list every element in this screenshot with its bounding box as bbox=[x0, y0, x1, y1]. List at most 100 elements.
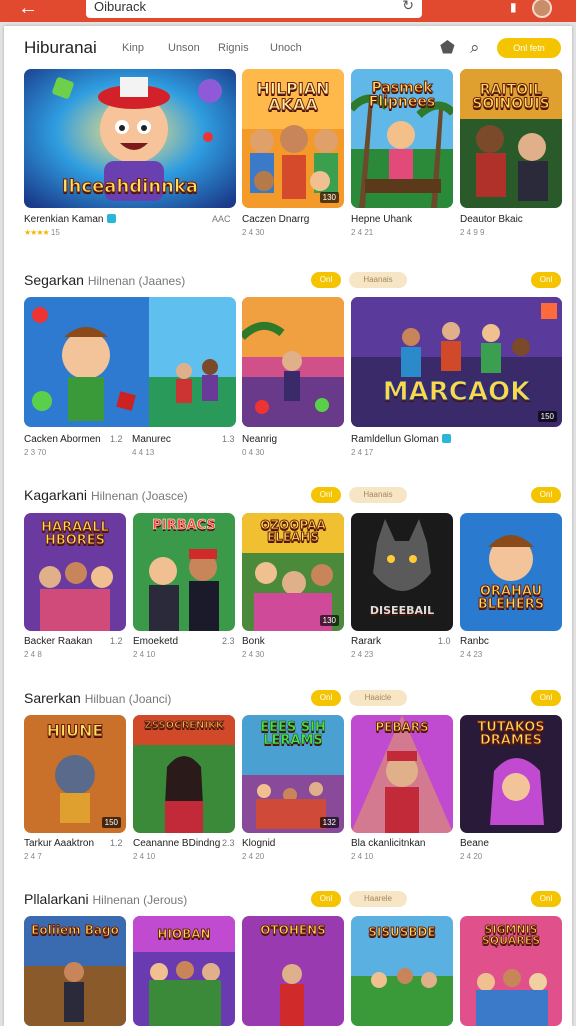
rating-number: 1.2 bbox=[110, 434, 123, 444]
refresh-icon[interactable]: ↻ bbox=[402, 0, 414, 14]
game-tile[interactable]: HIUNE 150 bbox=[24, 715, 126, 833]
game-tile[interactable]: ZSSOCRENIKK bbox=[133, 715, 235, 833]
avatar[interactable] bbox=[532, 0, 552, 18]
rating: 2 4 20 bbox=[460, 852, 483, 861]
game-tile[interactable]: PIRBACS bbox=[133, 513, 235, 631]
back-arrow-icon[interactable]: ← bbox=[18, 0, 38, 18]
section-pill-button[interactable]: Onl bbox=[531, 690, 561, 706]
tile-title-text: RAITOIL SOINOUIS bbox=[472, 82, 550, 112]
tile-badge: 130 bbox=[319, 615, 339, 626]
game-name: Beane bbox=[460, 838, 489, 849]
section-pill-button[interactable]: Haarele bbox=[349, 891, 407, 907]
section-pill-button[interactable]: Onl bbox=[311, 891, 341, 907]
section-title: Sarerkan Hilbuan (Joanci) bbox=[24, 690, 172, 706]
game-tile[interactable]: RAITOIL SOINOUIS bbox=[460, 69, 562, 208]
tile-title-text: EEES SIH LERAMS bbox=[260, 720, 326, 748]
section-pill-button[interactable]: Onl bbox=[311, 690, 341, 706]
tile-title-text: MARCAOK bbox=[382, 377, 531, 407]
rating-number: AAC bbox=[212, 214, 231, 224]
rating: 2 4 9 9 bbox=[460, 228, 485, 237]
game-tile[interactable]: OTOHENS bbox=[242, 916, 344, 1026]
rating-number: 2.3 bbox=[222, 838, 235, 848]
game-name: Neanrig bbox=[242, 434, 278, 445]
rating: 2 4 21 bbox=[351, 228, 374, 237]
section-pill-button[interactable]: Onl bbox=[531, 487, 561, 503]
bookmark-icon[interactable]: ▮ bbox=[510, 0, 517, 14]
game-name: Klognid bbox=[242, 838, 276, 849]
section-title: Pllalarkani Hilnenan (Jerous) bbox=[24, 891, 188, 907]
rating: 2 4 17 bbox=[351, 448, 374, 457]
verified-icon bbox=[106, 214, 116, 223]
verified-icon bbox=[441, 434, 451, 443]
section-title: Kagarkani Hilnenan (Joasce) bbox=[24, 487, 188, 503]
game-name: Emoeketd bbox=[133, 636, 179, 647]
tile-title-text: OTOHENS bbox=[260, 923, 327, 937]
rating-number: 1.3 bbox=[222, 434, 235, 444]
rating: 2 4 30 bbox=[242, 650, 265, 659]
game-name: Rarark bbox=[351, 636, 382, 647]
rating: 2 4 7 bbox=[24, 852, 42, 861]
game-tile[interactable]: Eoliiem Bago bbox=[24, 916, 126, 1026]
tile-title-text: Pasmek Flipnees bbox=[368, 80, 436, 110]
nav-item-3[interactable]: Rignis bbox=[218, 42, 249, 54]
game-tile[interactable]: DISEEBAIL bbox=[351, 513, 453, 631]
game-name: Backer Raakan bbox=[24, 636, 93, 647]
rating: 2 4 23 bbox=[460, 650, 483, 659]
tile-title-text: PIRBACS bbox=[152, 518, 216, 533]
game-name: Tarkur Aaaktron bbox=[24, 838, 95, 849]
game-tile[interactable]: ORAHAU BLEHERS bbox=[460, 513, 562, 631]
game-tile[interactable]: EEES SIH LERAMS 132 bbox=[242, 715, 344, 833]
game-tile[interactable]: PEBARS bbox=[351, 715, 453, 833]
game-tile[interactable] bbox=[242, 297, 344, 427]
game-tile[interactable]: SIGMNIS SQUARES bbox=[460, 916, 562, 1026]
section-pill-button[interactable]: Haanais bbox=[349, 487, 407, 503]
game-tile[interactable]: SISUSBDE bbox=[351, 916, 453, 1026]
tile-badge: 150 bbox=[101, 817, 121, 828]
section-header: Pllalarkani Hilnenan (Jerous) Onl Haarel… bbox=[4, 887, 572, 911]
game-tile[interactable]: Ihceahdinnka bbox=[24, 69, 236, 208]
game-tile[interactable]: HIOBAN bbox=[133, 916, 235, 1026]
game-name: Bonk bbox=[242, 636, 265, 647]
section-pill-button[interactable]: Haanais bbox=[349, 272, 407, 288]
rating-number: 1.2 bbox=[110, 636, 123, 646]
section-pill-button[interactable]: Haaicle bbox=[349, 690, 407, 706]
search-text[interactable]: Oiburack bbox=[94, 0, 146, 14]
game-tile[interactable]: Pasmek Flipnees bbox=[351, 69, 453, 208]
app-header: Hiburanai Kinp Unson Rignis Unoch ⬟ ⌕ On… bbox=[4, 26, 572, 68]
game-name: Cacken Abormen bbox=[24, 434, 101, 445]
section-header: Sarerkan Hilbuan (Joanci) Onl Haaicle On… bbox=[4, 686, 572, 710]
nav-item-4[interactable]: Unoch bbox=[270, 42, 302, 54]
section-pill-button[interactable]: Onl bbox=[311, 272, 341, 288]
game-tile[interactable]: OZOOPAA ELEAHS 130 bbox=[242, 513, 344, 631]
tile-title-text: DISEEBAIL bbox=[369, 604, 435, 617]
browser-toolbar: ← Oiburack ↻ ▮ bbox=[0, 0, 576, 22]
game-tile[interactable]: TUTAKOS DRAMES bbox=[460, 715, 562, 833]
section-pill-button[interactable]: Onl bbox=[531, 272, 561, 288]
nav-item-1[interactable]: Kinp bbox=[122, 42, 144, 54]
rating-number: 1.2 bbox=[110, 838, 123, 848]
game-tile[interactable] bbox=[24, 297, 236, 427]
nav-item-2[interactable]: Unson bbox=[168, 42, 200, 54]
search-icon[interactable]: ⌕ bbox=[470, 38, 480, 58]
game-tile[interactable]: HARAALL HBORES bbox=[24, 513, 126, 631]
header-cta-button[interactable]: Onl fetn bbox=[497, 38, 561, 58]
tile-title-text: PEBARS bbox=[375, 720, 429, 734]
rating: 2 4 20 bbox=[242, 852, 265, 861]
game-name: Ramldellun Gloman bbox=[351, 434, 451, 445]
game-tile[interactable]: HILPIAN AKAA 130 bbox=[242, 69, 344, 208]
tile-title-text: SISUSBDE bbox=[368, 925, 436, 939]
game-tile[interactable]: MARCAOK 150 bbox=[351, 297, 562, 427]
game-artwork bbox=[133, 715, 235, 833]
rating: 2 4 10 bbox=[133, 650, 156, 659]
section-pill-button[interactable]: Onl bbox=[531, 891, 561, 907]
section-pill-button[interactable]: Onl bbox=[311, 487, 341, 503]
share-icon[interactable]: ⬟ bbox=[440, 38, 455, 58]
tile-title-text: Eoliiem Bago bbox=[31, 923, 120, 937]
tile-title-text: Ihceahdinnka bbox=[61, 176, 199, 197]
search-bar[interactable]: Oiburack ↻ bbox=[86, 0, 422, 18]
game-name: Hepne Uhank bbox=[351, 214, 413, 225]
tile-badge: 130 bbox=[319, 192, 339, 203]
tile-title-text: HILPIAN AKAA bbox=[256, 79, 330, 114]
rating-number: 1.0 bbox=[438, 636, 451, 646]
section-title: Segarkan Hilnenan (Jaanes) bbox=[24, 272, 186, 288]
